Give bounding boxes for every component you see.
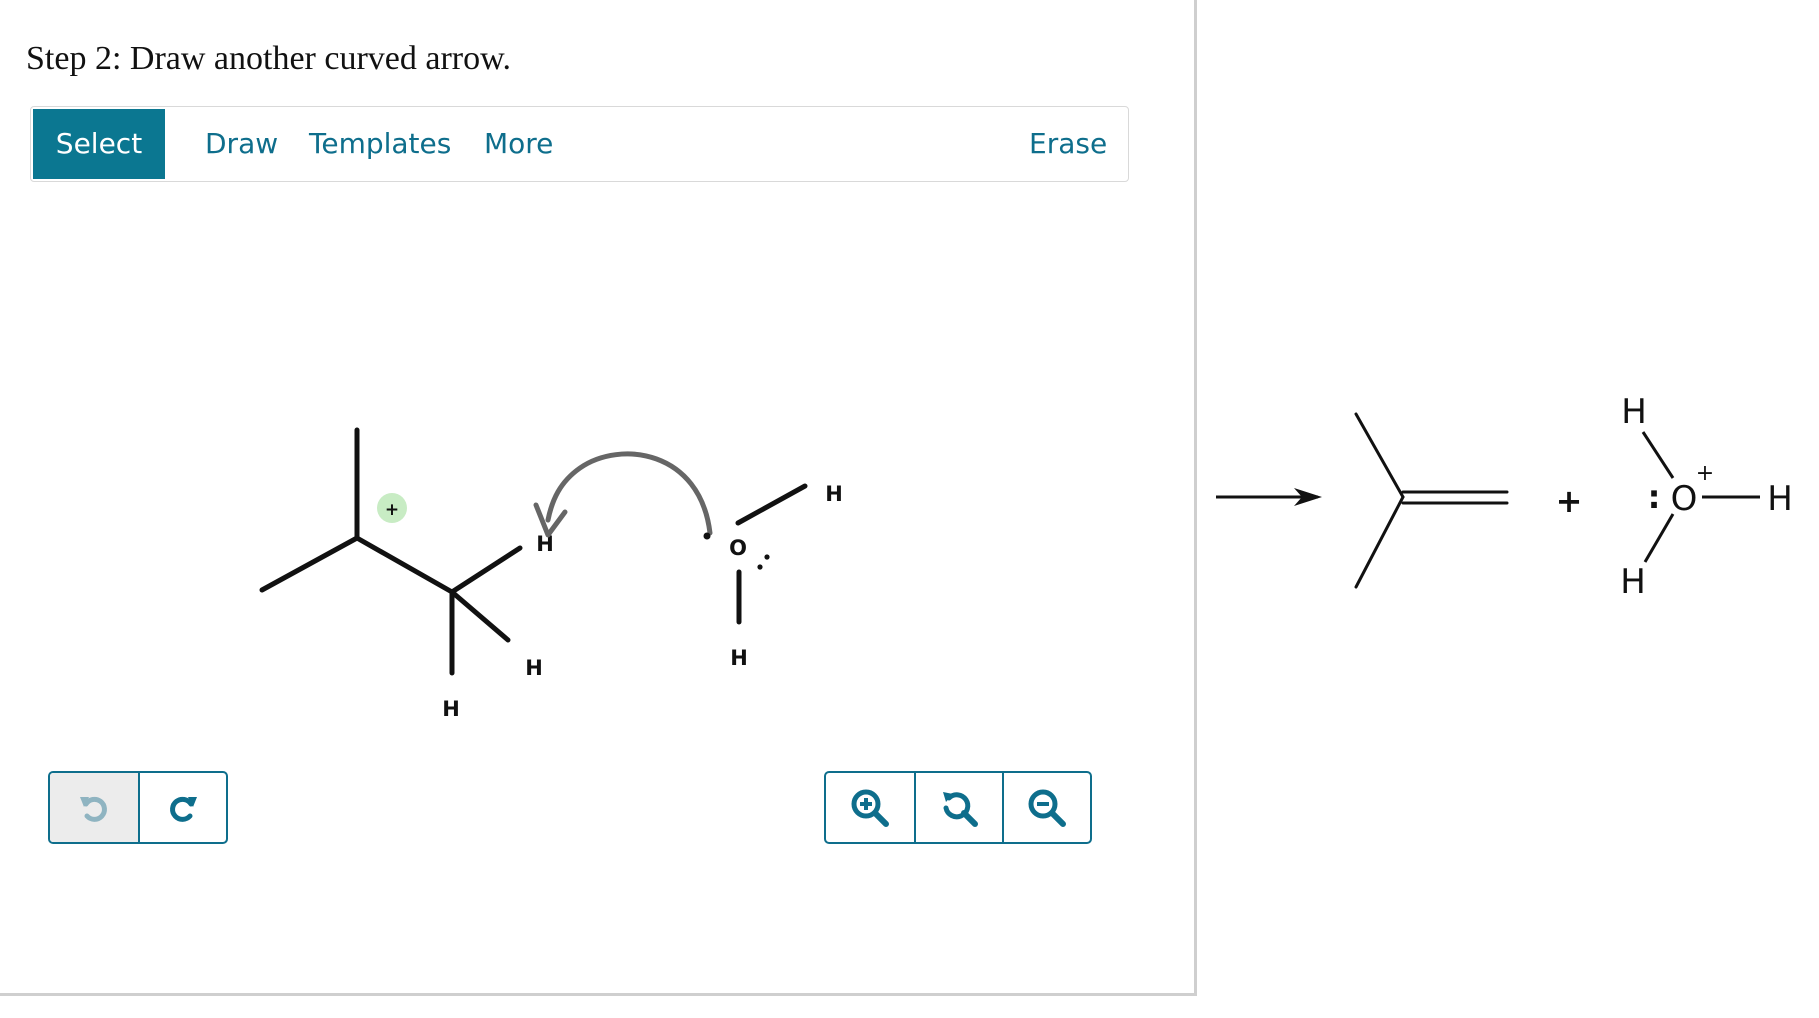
reaction-product: + H H H O + : xyxy=(1216,392,1793,602)
zoom-in-button[interactable] xyxy=(826,773,914,842)
zoom-out-button[interactable] xyxy=(1002,773,1090,842)
redo-button[interactable] xyxy=(138,773,226,842)
bond-c-h-top xyxy=(449,545,523,595)
step-title: Step 2: Draw another curved arrow. xyxy=(26,40,511,77)
templates-tool-button[interactable]: Templates xyxy=(309,109,451,179)
bond-c-h-mid xyxy=(449,589,511,643)
bond-o-h-top xyxy=(1641,431,1675,479)
zoom-button-group xyxy=(824,771,1092,844)
select-tool-button[interactable]: Select xyxy=(33,109,165,179)
history-button-group xyxy=(48,771,228,844)
alkene-bond-upper xyxy=(1354,412,1405,499)
question-panel: Step 2: Draw another curved arrow. Selec… xyxy=(0,0,1197,996)
positive-charge-label: + xyxy=(385,500,399,520)
hydronium-charge: + xyxy=(1696,461,1714,486)
curved-arrow[interactable] xyxy=(545,451,713,536)
redo-icon xyxy=(170,796,197,822)
hydronium-lone-pair: : xyxy=(1648,478,1661,516)
draw-tool-button[interactable]: Draw xyxy=(205,109,278,179)
oxygen-atom[interactable]: O xyxy=(729,536,747,560)
alkene-bond-lower xyxy=(1354,495,1405,589)
erase-tool-button[interactable]: Erase xyxy=(1029,109,1107,179)
zoom-reset-button[interactable] xyxy=(914,773,1002,842)
hydronium-h-right: H xyxy=(1767,479,1793,519)
hydronium-h-bottom: H xyxy=(1620,562,1646,602)
undo-icon xyxy=(80,796,107,822)
arrow-tail-electron xyxy=(703,532,711,540)
zoom-out-icon xyxy=(1028,789,1066,827)
bond-methyl-left xyxy=(259,535,360,593)
lone-pair-dot xyxy=(757,564,763,570)
hydrogen-atom-low[interactable]: H xyxy=(442,697,460,721)
hydrogen-atom-oh-bottom[interactable]: H xyxy=(730,646,748,670)
bond-o-h-bottom xyxy=(1643,513,1675,563)
drawing-canvas[interactable]: + H H H O H H xyxy=(0,190,1190,750)
hydronium-h-top: H xyxy=(1621,392,1647,432)
zoom-in-icon xyxy=(851,789,889,827)
plus-sign: + xyxy=(1556,482,1583,520)
bond-o-h-top xyxy=(735,483,808,526)
more-tool-button[interactable]: More xyxy=(484,109,553,179)
bond-c-c xyxy=(354,535,455,595)
hydrogen-atom-mid[interactable]: H xyxy=(525,656,543,680)
lone-pair-dot xyxy=(764,554,770,560)
carbocation-skeleton xyxy=(259,427,523,676)
undo-button[interactable] xyxy=(50,773,138,842)
hydrogen-atom-top[interactable]: H xyxy=(536,532,554,556)
editor-toolbar: Select Draw Templates More Erase xyxy=(30,106,1129,182)
hydrogen-atom-oh-top[interactable]: H xyxy=(825,482,843,506)
hydronium-oxygen: O xyxy=(1671,479,1698,519)
zoom-reset-icon xyxy=(943,791,978,827)
alkene-product xyxy=(1354,412,1509,589)
hydronium-ion: H H H O + : xyxy=(1620,392,1793,602)
